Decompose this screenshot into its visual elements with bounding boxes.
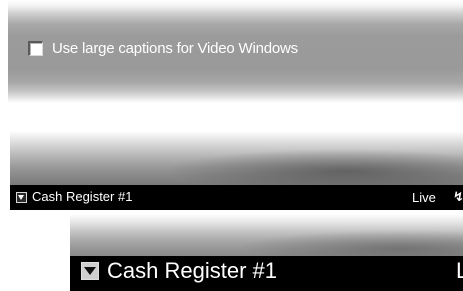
- live-status-label: Live: [412, 190, 436, 205]
- video-caption-bar-large: Cash Register #1 L: [70, 256, 463, 291]
- lightning-bolt-icon: ↯: [453, 189, 463, 204]
- large-captions-checkbox[interactable]: [28, 41, 43, 56]
- camera-title: Cash Register #1: [32, 189, 133, 204]
- large-captions-option[interactable]: Use large captions for Video Windows: [28, 40, 298, 57]
- camera-title: Cash Register #1: [107, 258, 277, 283]
- video-preview-large: [70, 214, 463, 256]
- caption-dropdown-icon[interactable]: [16, 192, 27, 203]
- live-status-label: L: [456, 258, 463, 283]
- caption-dropdown-icon[interactable]: [81, 262, 99, 280]
- screenshot-stage: Use large captions for Video Windows Cas…: [0, 0, 463, 291]
- video-caption-bar-small: Cash Register #1 Live ↯: [10, 185, 463, 210]
- large-captions-label: Use large captions for Video Windows: [52, 40, 298, 57]
- video-preview-small: [10, 131, 463, 185]
- settings-panel: Use large captions for Video Windows: [8, 0, 463, 103]
